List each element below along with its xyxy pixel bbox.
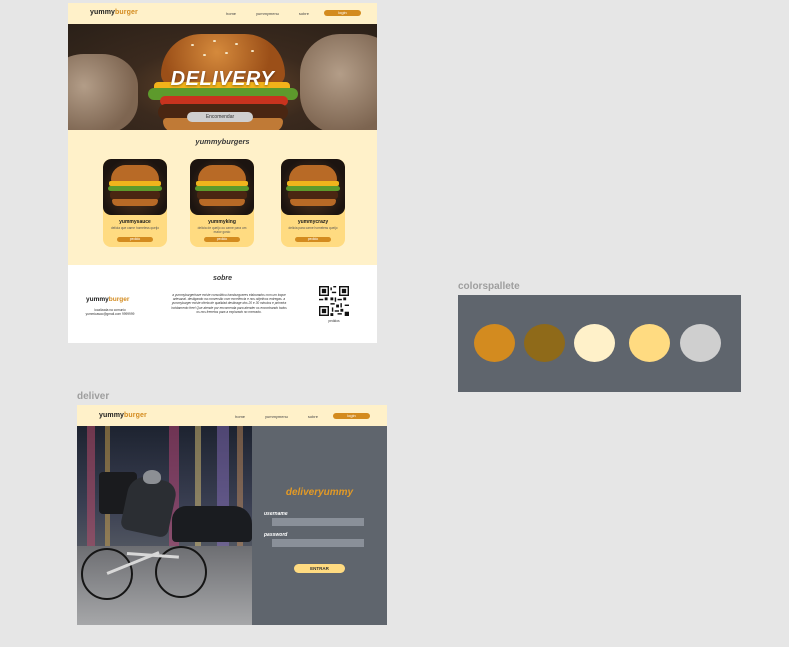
deliver-page-frame: yummyburger home yummymenu sobre login d… [77,405,387,625]
swatch-gray [680,324,721,362]
burger-photo [281,159,345,215]
submit-button[interactable]: ENTRAR [294,564,345,573]
nav-link-sobre[interactable]: sobre [299,11,309,16]
menu-card-order-button[interactable]: pedido [204,237,240,242]
nav-links: home yummymenu sobre [226,11,309,16]
landing-page-frame: yummyburger home yummymenu sobre login D… [68,3,377,343]
burger-photo [103,159,167,215]
nav-links: home yummymenu sobre [235,414,318,419]
menu-card-description: delicia de queijo ou carne para um maior… [197,226,247,234]
delivery-rider-photo [77,426,252,625]
menu-card: yummycrazy delicia para carne homeless q… [281,159,345,247]
brand-logo[interactable]: yummyburger [99,412,147,419]
about-section: sobre yummyburger localizada na comunio … [68,265,377,343]
footer-logo-yummy: yummy [86,296,109,303]
menu-section-title: yummyburgers [195,137,250,146]
nav-link-sobre[interactable]: sobre [308,414,318,419]
menu-card: yummysauce delicia que carne homeless qu… [103,159,167,247]
top-navbar: yummyburger home yummymenu sobre login [68,3,377,23]
username-label: username [264,511,288,517]
deliver-frame-label: deliver [77,391,110,402]
rider-helmet [143,470,161,484]
username-input[interactable] [272,518,364,526]
login-form: deliveryummy username password ENTRAR [252,426,387,625]
login-title: deliveryummy [285,487,354,498]
menu-card-name: yummyking [208,219,236,225]
password-label: password [264,532,288,538]
order-button[interactable]: Encomendar [187,112,253,122]
logo-text-yummy: yummy [99,412,125,419]
qr-caption: pedidos [328,319,340,323]
login-button[interactable]: login [333,413,370,419]
hero-title: DELIVERY [170,68,275,90]
menu-card-description: delicia para carne homeless queijo [288,226,338,230]
swatch-orange [474,324,515,362]
nav-link-yummymenu[interactable]: yummymenu [265,414,288,419]
color-palette-panel [458,295,741,392]
about-description: a yummyburgerhave existe consolidou hamb… [171,293,287,314]
footer-address: localizada na comunio yummicasco@gmail.c… [85,308,135,316]
swatch-cream [574,324,615,362]
menu-card-order-button[interactable]: pedido [295,237,331,242]
footer-logo-burger: burger [108,296,130,303]
logo-text-yummy: yummy [90,9,116,16]
logo-text-burger: burger [124,412,147,419]
background-car [172,506,252,542]
nav-link-home[interactable]: home [226,11,236,16]
password-input[interactable] [272,539,364,547]
nav-link-home[interactable]: home [235,414,245,419]
burger-photo [190,159,254,215]
menu-card-name: yummysauce [119,219,151,225]
swatch-brown [524,324,565,362]
logo-text-burger: burger [115,9,138,16]
menu-card-description: delicia que carne homeless queijo [110,226,160,230]
brand-logo[interactable]: yummyburger [90,9,138,16]
hero-banner: DELIVERY Encomendar [68,24,377,130]
swatch-yellow [629,324,670,362]
about-title: sobre [212,275,233,282]
qr-code-icon[interactable] [319,286,349,316]
menu-card-name: yummycrazy [297,219,329,225]
nav-link-yummymenu[interactable]: yummymenu [256,11,279,16]
menu-card-order-button[interactable]: pedido [117,237,153,242]
palette-label: colorspallete [458,281,520,292]
login-button[interactable]: login [324,10,361,16]
menu-card: yummyking delicia de queijo ou carne par… [190,159,254,247]
top-navbar: yummyburger home yummymenu sobre login [77,405,387,426]
footer-logo: yummyburger [86,296,129,303]
wrapping-paper-left [68,54,138,130]
